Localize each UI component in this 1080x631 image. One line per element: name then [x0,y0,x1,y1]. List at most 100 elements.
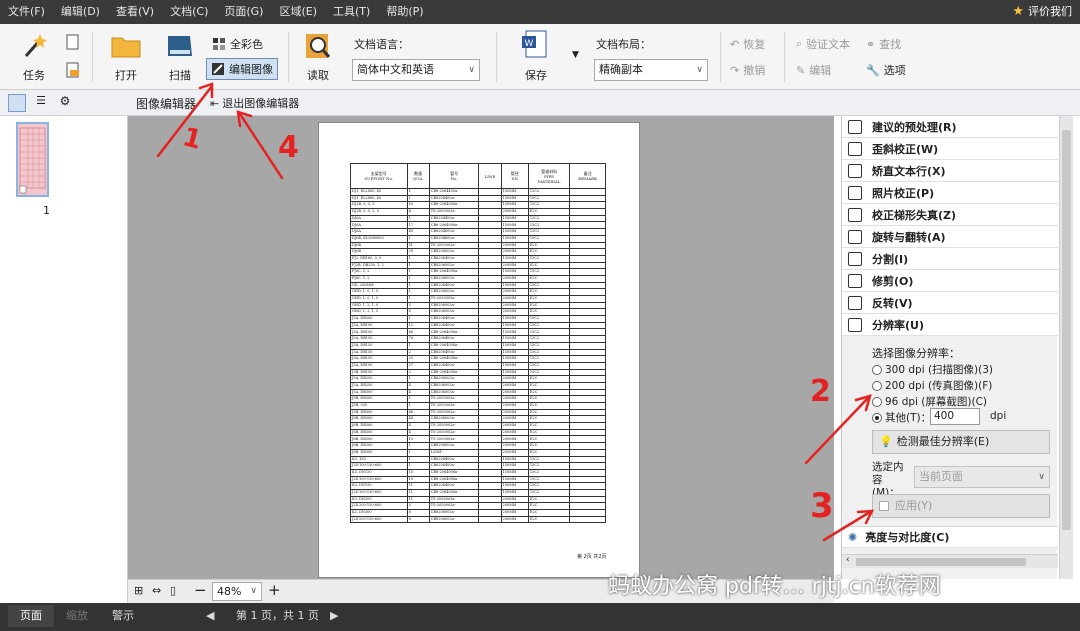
tab-zoom[interactable]: 缩放 [66,605,88,627]
open-button[interactable]: 打开 [106,32,146,83]
radio-200dpi[interactable]: 200 dpi (传真图像)(F) [872,378,992,393]
edit-button[interactable]: ✎ 编辑 [796,62,831,78]
table-row: J6B, DB300 1 CB8206003a- 200MM E2C [350,442,606,450]
menu-item-5[interactable]: 区域(E) [271,0,325,24]
menu-item-3[interactable]: 文档(C) [162,0,216,24]
task-button[interactable]: 任务 [14,32,54,83]
brightness-contrast-item[interactable]: ✺ 亮度与对比度(C) [842,526,1058,548]
table-cell: 66 [406,408,430,417]
table-cell: 15C2 [527,455,571,464]
zoom-in-icon[interactable]: + [268,581,281,599]
table-cell [478,335,502,343]
edit-image-button[interactable]: 编辑图像 [206,58,278,80]
image-editor-title: 图像编辑器 [136,97,197,111]
table-cell: E2C [527,435,571,444]
table-cell: 1 [406,234,430,243]
panel-item-8[interactable]: 反转(V) [842,292,1058,314]
fit-width-icon[interactable]: ⇔ [152,584,161,597]
radio-96dpi[interactable]: 96 dpi (屏幕截图)(C) [872,394,987,409]
apply-button[interactable]: 应用(Y) [872,494,1050,518]
table-cell: 15C2 [527,462,571,470]
scan-button[interactable]: 扫描 [160,32,200,83]
table-cell [478,509,502,517]
find-button[interactable]: ⚭ 查找 [866,36,901,52]
table-cell: E2C [527,495,571,504]
table-cell: 150MM [500,221,529,230]
menu-item-4[interactable]: 页面(G) [216,0,271,24]
menu-item-2[interactable]: 查看(V) [108,0,162,24]
menu-item-1[interactable]: 编辑(D) [53,0,108,24]
panel-item-3[interactable]: 照片校正(P) [842,182,1058,204]
table-cell [478,395,502,403]
scroll-thumb[interactable] [1062,130,1071,530]
table-cell: DJ6B [350,241,408,250]
tab-warnings[interactable]: 警示 [112,605,134,627]
table-cell: CB8206003a- [428,442,480,450]
save-button[interactable]: W 保存 [516,30,556,83]
scroll-thumb[interactable] [856,558,1026,566]
table-cell [569,422,606,430]
table-cell: E2C [527,241,571,250]
page-settings-icon[interactable]: ⚙ [56,94,74,112]
actual-size-icon[interactable]: ▯ [170,584,176,597]
undo-button[interactable]: ↶ 恢复 [730,36,765,52]
page-thumbnail[interactable] [16,122,49,197]
horizontal-scrollbar[interactable]: ‹ [842,554,1058,568]
radio-300dpi[interactable]: 300 dpi (扫描图像)(3) [872,362,993,377]
scroll-left-icon[interactable]: ‹ [846,555,850,565]
panel-item-5[interactable]: 旋转与翻转(A) [842,226,1058,248]
menu-item-0[interactable]: 文件(F) [0,0,53,24]
save-dropdown-arrow-icon[interactable]: ▼ [572,50,579,60]
thumbnail-view-icon[interactable] [8,94,26,112]
panel-item-0[interactable]: 建议的预处理(R) [842,116,1058,138]
menu-item-6[interactable]: 工具(T) [325,0,378,24]
export-icon[interactable] [66,62,80,81]
verify-text-button[interactable]: ⌕ 验证文本 [796,36,850,52]
list-view-icon[interactable]: ☰ [32,94,50,112]
menu-item-7[interactable]: 帮助(P) [378,0,431,24]
table-cell: K3, DN150 [350,468,408,477]
fit-page-icon[interactable]: ⊞ [134,584,143,597]
table-cell [478,488,502,497]
svg-text:W: W [525,39,534,49]
panel-item-2[interactable]: 矫直文本行(X) [842,160,1058,182]
detect-best-resolution-button[interactable]: 💡 检测最佳分辨率(E) [872,430,1050,454]
vertical-scrollbar[interactable] [1059,116,1073,579]
panel-item-9[interactable]: 分辨率(U) [842,314,1058,336]
panel-item-1[interactable]: 歪斜校正(W) [842,138,1058,160]
table-cell [478,381,502,390]
options-button[interactable]: 🔧 选项 [866,62,906,78]
doc-layout-select[interactable]: 精确副本 ∨ [594,59,708,81]
prev-page-icon[interactable]: ◀ [206,605,214,627]
table-cell: 200MM [500,381,529,390]
other-dpi-input[interactable]: 400 [930,408,980,425]
zoom-select[interactable]: 48% ∨ [212,582,262,601]
table-cell: 15C2 [527,468,571,477]
radio-other[interactable]: 其他(T)： [872,410,931,425]
read-button[interactable]: 读取 [298,32,338,83]
exit-image-editor-button[interactable]: ⇤ 退出图像编辑器 [210,95,299,111]
page-footer: 第 2页 共2页 [577,554,607,560]
next-page-icon[interactable]: ▶ [330,605,338,627]
panel-item-4[interactable]: 校正梯形失真(Z) [842,204,1058,226]
table-cell: J24-100-150-600 [350,475,408,484]
panel-item-6[interactable]: 分割(I) [842,248,1058,270]
table-cell: 6 [406,308,430,317]
table-cell [569,388,606,397]
new-task-icon[interactable] [66,34,80,53]
straighten-icon [848,163,862,178]
select-content-dropdown[interactable]: 当前页面 ∨ [914,466,1050,488]
tab-pages[interactable]: 页面 [8,605,54,627]
table-cell [569,495,606,504]
table-cell: TS-2050003a- [428,395,480,403]
full-color-button[interactable]: 全彩色 [212,36,263,52]
doc-language-select[interactable]: 简体中文和英语 ∨ [352,59,480,81]
table-row: K3, DN300 11 TS-2050003a- 200MM E2C [350,495,606,504]
panel-item-7[interactable]: 修剪(O) [842,270,1058,292]
redo-button[interactable]: ↷ 撤销 [730,62,765,78]
rate-us-link[interactable]: ★ 评价我们 [1012,0,1072,24]
table-cell: E2C [527,295,571,303]
zoom-out-icon[interactable]: − [194,581,207,599]
table-cell: CB8-2064008a- [428,328,480,337]
table-cell [569,234,606,243]
